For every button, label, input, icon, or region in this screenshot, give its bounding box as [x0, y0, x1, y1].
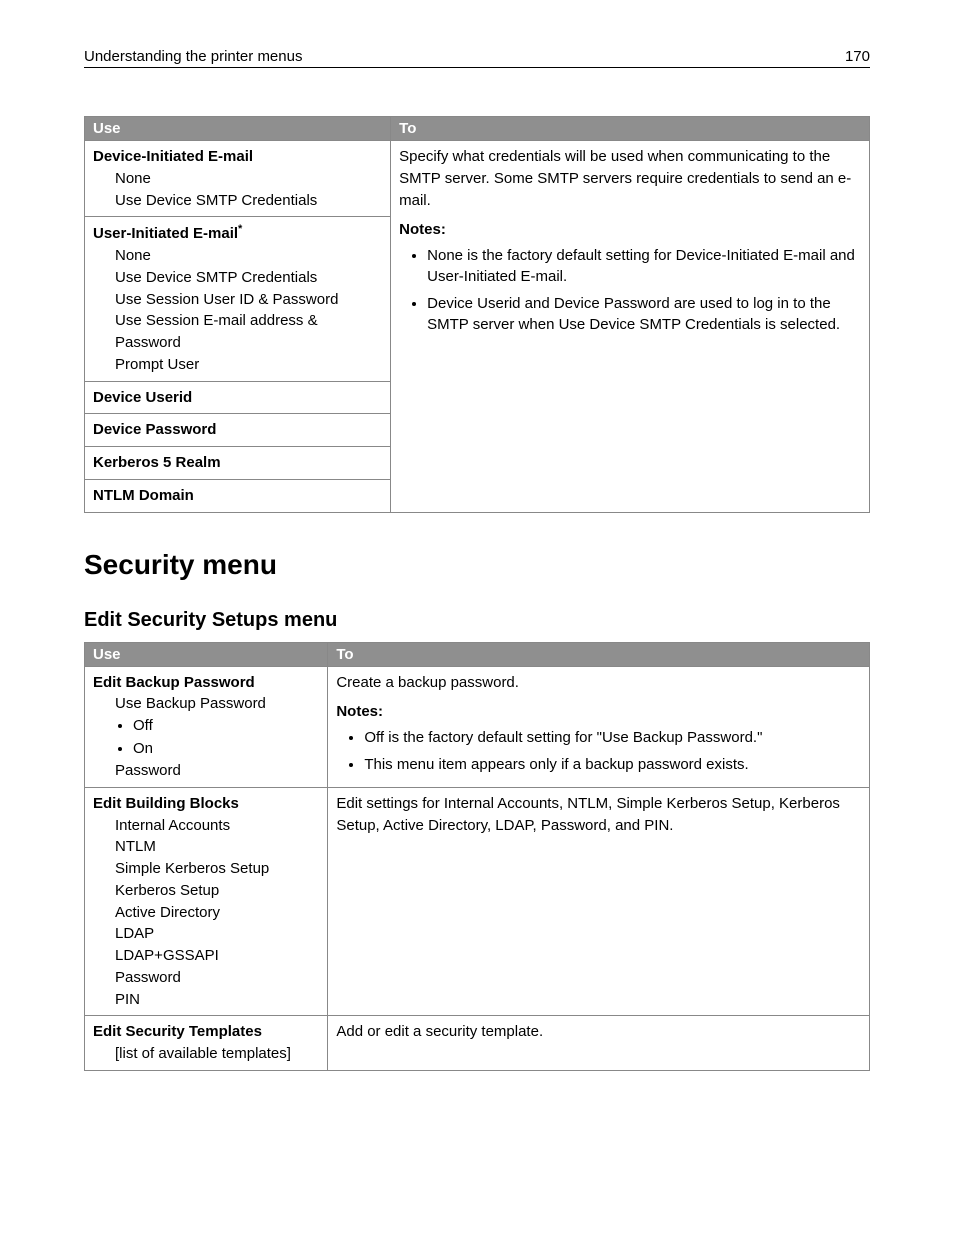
opt-on: On [133, 738, 319, 761]
row-title: Edit Building Blocks [93, 793, 319, 815]
opt: LDAP [93, 923, 319, 945]
opt: Use Session User ID & Password [93, 289, 382, 311]
edit-security-templates-cell: Edit Security Templates [list of availab… [85, 1016, 328, 1071]
inner-options: Off On [93, 715, 319, 760]
device-initiated-cell: Device-Initiated E-mail None Use Device … [85, 141, 391, 217]
opt: Internal Accounts [93, 815, 319, 837]
user-initiated-title: User-Initiated E-mail [93, 225, 238, 242]
opt: Use Device SMTP Credentials [93, 190, 382, 212]
opt: Password [93, 967, 319, 989]
opt: NTLM [93, 836, 319, 858]
to-cell: Create a backup password. Notes: Off is … [328, 666, 870, 787]
to-cell: Add or edit a security template. [328, 1016, 870, 1071]
note-item: This menu item appears only if a backup … [364, 754, 861, 775]
row-device-password: Device Password [85, 414, 391, 447]
opt: Use Session E-mail address & Password [93, 310, 382, 354]
col-to: To [328, 642, 870, 666]
col-use: Use [85, 117, 391, 141]
note-item: None is the factory default setting for … [427, 245, 861, 287]
opt: Simple Kerberos Setup [93, 858, 319, 880]
row-device-userid: Device Userid [85, 381, 391, 414]
opt: None [93, 168, 382, 190]
to-paragraph: Specify what credentials will be used wh… [399, 146, 861, 211]
opt: Kerberos Setup [93, 880, 319, 902]
row-ntlm-domain: NTLM Domain [85, 479, 391, 512]
notes-label: Notes: [336, 701, 861, 723]
opt: Prompt User [93, 354, 382, 376]
note-item: Device Userid and Device Password are us… [427, 293, 861, 335]
page-number: 170 [845, 48, 870, 65]
to-cell: Specify what credentials will be used wh… [391, 141, 870, 513]
to-paragraph: Create a backup password. [336, 672, 861, 694]
notes-list: Off is the factory default setting for "… [336, 727, 861, 775]
col-to: To [391, 117, 870, 141]
note-item: Off is the factory default setting for "… [364, 727, 861, 748]
header-title: Understanding the printer menus [84, 48, 302, 65]
smtp-credentials-table: Use To Device-Initiated E-mail None Use … [84, 116, 870, 513]
subsection-heading: Edit Security Setups menu [84, 609, 870, 632]
col-use: Use [85, 642, 328, 666]
opt: LDAP+GSSAPI [93, 945, 319, 967]
edit-backup-password-cell: Edit Backup Password Use Backup Password… [85, 666, 328, 787]
sub-item: Password [93, 760, 319, 782]
opt: None [93, 245, 382, 267]
section-heading: Security menu [84, 549, 870, 581]
row-kerberos-realm: Kerberos 5 Realm [85, 447, 391, 480]
row-title: Edit Backup Password [93, 672, 319, 694]
edit-building-blocks-cell: Edit Building Blocks Internal Accounts N… [85, 787, 328, 1016]
page-header: Understanding the printer menus 170 [84, 48, 870, 68]
row-title: Edit Security Templates [93, 1021, 319, 1043]
asterisk-icon: * [238, 223, 242, 235]
notes-label: Notes: [399, 219, 861, 241]
to-cell: Edit settings for Internal Accounts, NTL… [328, 787, 870, 1016]
opt: Use Device SMTP Credentials [93, 267, 382, 289]
sub-item: Use Backup Password [93, 693, 319, 715]
opt: PIN [93, 989, 319, 1011]
notes-list: None is the factory default setting for … [399, 245, 861, 335]
opt: Active Directory [93, 902, 319, 924]
device-initiated-title: Device-Initiated E-mail [93, 146, 382, 168]
sub-item: [list of available templates] [93, 1043, 319, 1065]
user-initiated-cell: User-Initiated E-mail* None Use Device S… [85, 217, 391, 381]
security-setups-table: Use To Edit Backup Password Use Backup P… [84, 642, 870, 1071]
opt-off: Off [133, 715, 319, 738]
